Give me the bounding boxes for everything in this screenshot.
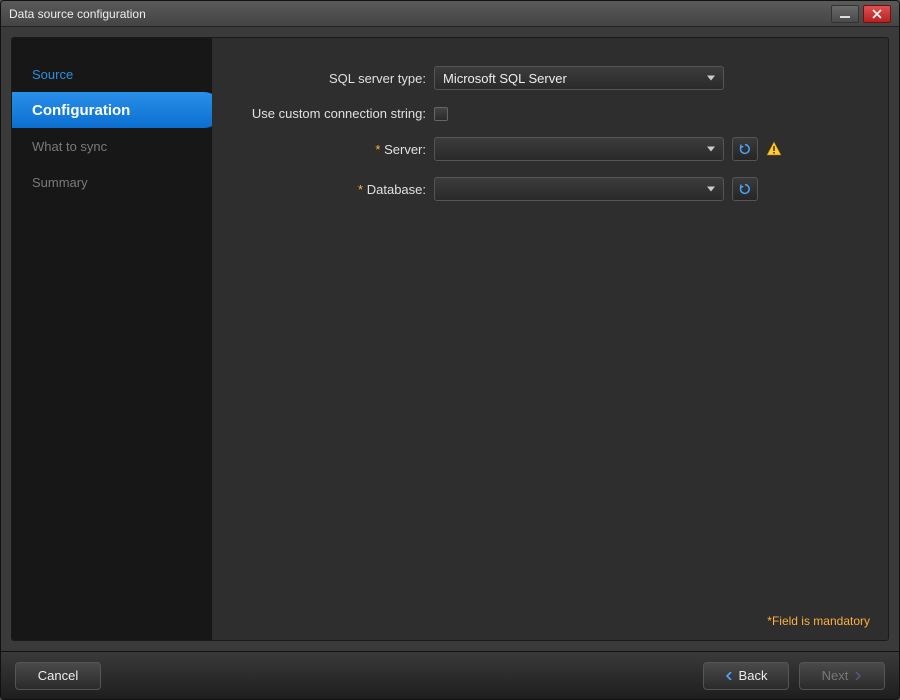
- minimize-button[interactable]: [831, 5, 859, 23]
- form-content: SQL server type: Microsoft SQL Server Us…: [212, 38, 888, 640]
- required-marker: *: [358, 182, 363, 197]
- row-sql-type: SQL server type: Microsoft SQL Server: [224, 66, 876, 90]
- required-marker: *: [375, 142, 380, 157]
- custom-conn-checkbox[interactable]: [434, 107, 448, 121]
- window-title: Data source configuration: [9, 7, 146, 21]
- titlebar: Data source configuration: [1, 1, 899, 27]
- sidebar-item-label: Summary: [32, 175, 88, 190]
- mandatory-note: *Field is mandatory: [767, 614, 870, 628]
- refresh-server-button[interactable]: [732, 137, 758, 161]
- sidebar-item-configuration[interactable]: Configuration: [12, 92, 222, 128]
- sidebar-item-label: Source: [32, 67, 73, 82]
- refresh-database-button[interactable]: [732, 177, 758, 201]
- sidebar-item-label: Configuration: [32, 102, 130, 119]
- footer: Cancel Back Next: [1, 651, 899, 699]
- warn-icon: [766, 141, 782, 157]
- sql-type-value: Microsoft SQL Server: [443, 71, 567, 86]
- sidebar-item-label: What to sync: [32, 139, 107, 154]
- sidebar-item-source[interactable]: Source: [12, 56, 212, 92]
- sidebar-item-summary[interactable]: Summary: [12, 164, 212, 200]
- refresh-icon: [738, 142, 752, 156]
- database-label: * Database:: [224, 182, 434, 197]
- chevron-down-icon: [707, 147, 715, 152]
- close-button[interactable]: [863, 5, 891, 23]
- custom-conn-label: Use custom connection string:: [224, 106, 434, 121]
- sidebar-item-what-to-sync[interactable]: What to sync: [12, 128, 212, 164]
- sql-type-dropdown[interactable]: Microsoft SQL Server: [434, 66, 724, 90]
- server-label: * Server:: [224, 142, 434, 157]
- server-dropdown[interactable]: [434, 137, 724, 161]
- back-button[interactable]: Back: [703, 662, 789, 690]
- row-server: * Server:: [224, 137, 876, 161]
- wizard-sidebar: Source Configuration What to sync Summar…: [12, 38, 212, 640]
- cancel-button[interactable]: Cancel: [15, 662, 101, 690]
- row-database: * Database:: [224, 177, 876, 201]
- database-dropdown[interactable]: [434, 177, 724, 201]
- chevron-down-icon: [707, 187, 715, 192]
- sql-type-label: SQL server type:: [224, 71, 434, 86]
- chevron-left-icon: [725, 672, 733, 680]
- next-button[interactable]: Next: [799, 662, 885, 690]
- dialog-body: Source Configuration What to sync Summar…: [11, 37, 889, 641]
- dialog-window: Data source configuration Source Configu…: [0, 0, 900, 700]
- row-custom-conn: Use custom connection string:: [224, 106, 876, 121]
- chevron-down-icon: [707, 76, 715, 81]
- refresh-icon: [738, 182, 752, 196]
- chevron-right-icon: [854, 672, 862, 680]
